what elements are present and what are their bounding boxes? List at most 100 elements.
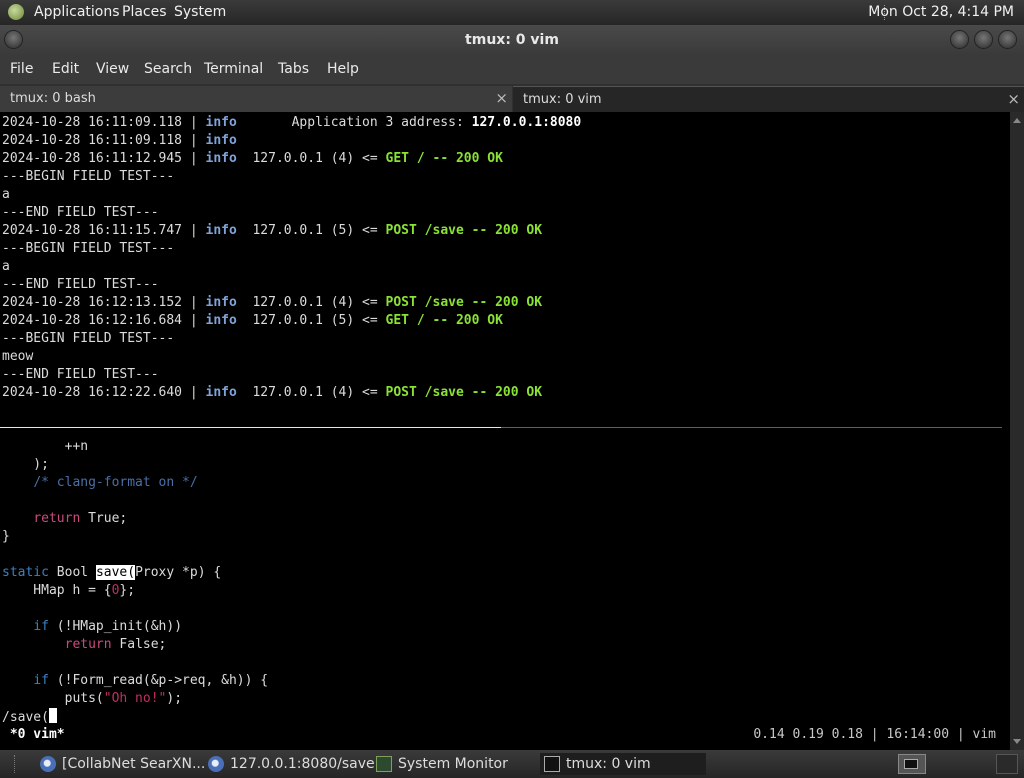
log-line: 2024-10-28 16:11:12.945 | info 127.0.0.1… <box>2 150 503 168</box>
code-text: True; <box>80 511 128 526</box>
taskbar-item-label: [CollabNet SearXN... <box>62 756 206 772</box>
bottom-taskbar: [CollabNet SearXN... 127.0.0.1:8080/save… <box>0 750 1024 778</box>
log-timestamp: 2024-10-28 16:12:16.684 | <box>2 313 206 328</box>
log-timestamp: 2024-10-28 16:11:12.945 | <box>2 151 206 166</box>
tmux-status-right: 0.14 0.19 0.18 | 16:14:00 | vim <box>753 727 996 742</box>
chromium-icon <box>208 756 224 772</box>
terminal-icon <box>544 756 560 772</box>
code-line: HMap h = {0}; <box>2 582 135 600</box>
taskbar-item-label: tmux: 0 vim <box>566 756 651 772</box>
code-keyword: return <box>33 511 81 526</box>
log-message: 127.0.0.1 (4) <= <box>236 295 386 310</box>
log-line: ---END FIELD TEST--- <box>2 367 159 382</box>
window-titlebar[interactable]: tmux: 0 vim <box>0 25 1024 55</box>
log-message: 127.0.0.1 (4) <= <box>236 151 386 166</box>
code-text: False; <box>111 637 167 652</box>
show-desktop-button[interactable] <box>0 755 15 773</box>
code-line: ++n <box>2 439 89 454</box>
taskbar-item-label: 127.0.0.1:8080/save ... <box>230 756 393 772</box>
log-level: info <box>205 385 237 400</box>
log-message: 127.0.0.1 (5) <= <box>236 223 386 238</box>
close-icon[interactable]: × <box>1007 87 1020 111</box>
close-icon[interactable]: × <box>495 86 508 110</box>
code-line: /* clang-format on */ <box>2 474 198 492</box>
window-title: tmux: 0 vim <box>465 32 559 48</box>
code-line: return False; <box>2 636 167 654</box>
log-line: ---BEGIN FIELD TEST--- <box>2 169 175 184</box>
code-text: (!Form_read(&p->req, &h)) { <box>48 673 269 688</box>
workspace-thumbnail <box>904 759 918 769</box>
log-timestamp: 2024-10-28 16:11:15.747 | <box>2 223 206 238</box>
tab-bar: tmux: 0 bash × tmux: 0 vim × <box>0 84 1024 113</box>
chromium-icon <box>40 756 56 772</box>
log-line: 2024-10-28 16:12:22.640 | info 127.0.0.1… <box>2 384 542 402</box>
tab-tmux-bash[interactable]: tmux: 0 bash × <box>0 86 512 112</box>
log-level: info <box>205 151 237 166</box>
maximize-button[interactable] <box>975 31 992 48</box>
log-timestamp: 2024-10-28 16:12:13.152 | <box>2 295 206 310</box>
taskbar-item-tmux-vim[interactable]: tmux: 0 vim <box>540 753 706 775</box>
log-timestamp: 2024-10-28 16:11:09.118 | <box>2 115 206 130</box>
tab-tmux-vim[interactable]: tmux: 0 vim × <box>513 86 1024 113</box>
log-request: POST /save -- 200 OK <box>385 385 543 400</box>
menu-file[interactable]: File <box>10 55 33 84</box>
code-text: Proxy *p) { <box>135 565 222 580</box>
taskbar-item-searxng[interactable]: [CollabNet SearXN... <box>36 753 205 775</box>
log-timestamp: 2024-10-28 16:12:22.640 | <box>2 385 206 400</box>
menubar: File Edit View Search Terminal Tabs Help <box>0 55 1024 84</box>
log-level: info <box>205 295 237 310</box>
log-request: GET / -- 200 OK <box>385 313 503 328</box>
menu-terminal[interactable]: Terminal <box>204 55 263 84</box>
code-keyword: if <box>33 619 49 634</box>
code-line: ); <box>2 457 49 472</box>
log-line: 2024-10-28 16:11:15.747 | info 127.0.0.1… <box>2 222 542 240</box>
log-address: 127.0.0.1:8080 <box>471 115 582 130</box>
menu-help[interactable]: Help <box>327 55 359 84</box>
tab-label: tmux: 0 vim <box>523 92 602 107</box>
minimize-button[interactable] <box>951 31 968 48</box>
vim-command-line[interactable]: /save( <box>2 708 57 726</box>
applications-menu[interactable]: Applications <box>34 0 120 25</box>
terminal-scrollbar[interactable] <box>1010 112 1024 750</box>
tmux-window-list[interactable]: *0 vim* <box>2 726 65 744</box>
applications-icon[interactable] <box>8 4 24 20</box>
log-request: POST /save -- 200 OK <box>385 223 543 238</box>
log-level: info <box>205 115 237 130</box>
log-line: a <box>2 259 10 274</box>
trash-icon[interactable] <box>996 754 1018 774</box>
code-comment: /* clang-format on */ <box>33 475 198 490</box>
log-level: info <box>205 133 237 148</box>
log-line: 2024-10-28 16:11:09.118 | info <box>2 132 237 150</box>
menu-tabs[interactable]: Tabs <box>278 55 309 84</box>
terminal-area[interactable]: 2024-10-28 16:11:09.118 | info Applicati… <box>0 112 1010 750</box>
text-cursor <box>48 708 57 723</box>
log-request: POST /save -- 200 OK <box>385 295 543 310</box>
taskbar-item-save-page[interactable]: 127.0.0.1:8080/save ... <box>204 753 392 775</box>
log-level: info <box>205 313 237 328</box>
log-line: meow <box>2 349 34 364</box>
code-keyword: static <box>2 565 49 580</box>
workspace-switcher[interactable] <box>898 754 926 774</box>
scroll-up-icon[interactable] <box>1013 118 1021 123</box>
code-text: }; <box>119 583 136 598</box>
scroll-down-icon[interactable] <box>1013 739 1021 744</box>
system-menu[interactable]: System <box>174 0 226 25</box>
tmux-pane-divider[interactable] <box>0 427 1002 428</box>
log-message: Application 3 address: <box>236 115 472 130</box>
code-string: "Oh no!" <box>103 691 167 706</box>
close-button[interactable] <box>999 31 1016 48</box>
menu-search[interactable]: Search <box>144 55 192 84</box>
log-line: ---END FIELD TEST--- <box>2 277 159 292</box>
log-line: ---END FIELD TEST--- <box>2 205 159 220</box>
clock[interactable]: Mon Oct 28, 4:14 PM <box>868 0 1014 25</box>
menu-edit[interactable]: Edit <box>52 55 79 84</box>
taskbar-item-system-monitor[interactable]: System Monitor <box>372 753 532 775</box>
taskbar-item-label: System Monitor <box>398 756 508 772</box>
menu-view[interactable]: View <box>96 55 129 84</box>
code-text: (!HMap_init(&h)) <box>48 619 183 634</box>
places-menu[interactable]: Places <box>122 0 167 25</box>
code-line: if (!Form_read(&p->req, &h)) { <box>2 672 268 690</box>
